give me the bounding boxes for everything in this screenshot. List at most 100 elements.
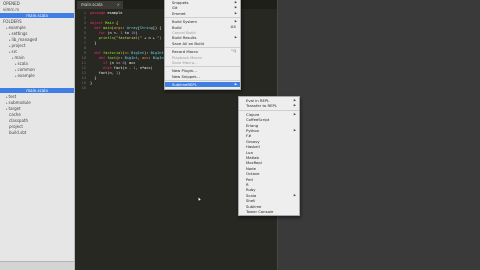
menu-item[interactable]: SublimeREPL ▶ (165, 82, 240, 88)
sidebar-selected-file[interactable]: main.scala (0, 88, 74, 93)
submenu-arrow-icon: ▶ (293, 128, 296, 132)
menu-item[interactable]: Build ⌘B (165, 25, 240, 30)
disclosure-triangle-icon[interactable]: ▸ (9, 50, 11, 54)
menu-item-label: Save All on Build (172, 40, 204, 46)
menu-item[interactable]: Octave (239, 171, 299, 176)
sidebar-item[interactable]: vimrc.rs (3, 7, 19, 12)
menu-item[interactable]: Build Results ▶ (165, 35, 240, 40)
sidebar-item[interactable]: ▸example (15, 73, 35, 78)
disclosure-triangle-icon[interactable]: ▸ (6, 107, 8, 111)
line-number: 12 (81, 66, 86, 70)
menu-item[interactable]: New Snippet… (165, 74, 240, 79)
sidebar-item[interactable]: project (9, 124, 23, 129)
menu-item[interactable]: Build System ▶ (165, 19, 240, 24)
code-line: fact(n, 1) (90, 71, 121, 75)
menu-item[interactable]: Haskell (239, 144, 299, 149)
sidebar-item[interactable]: classpath (9, 118, 28, 123)
disclosure-triangle-icon[interactable]: ▸ (15, 74, 17, 78)
sidebar-item[interactable]: ▸settings (9, 31, 27, 36)
submenu-arrow-icon: ▶ (234, 0, 237, 4)
menu-item[interactable]: Snippets ▶ (165, 0, 240, 5)
submenu-arrow-icon: ▶ (293, 192, 296, 197)
menu-item[interactable]: Matlab (239, 155, 299, 160)
sidebar-item[interactable]: build.sbt (9, 130, 26, 135)
menu-item[interactable]: Record Macro ^Q (165, 49, 240, 54)
code-line: else fact(n - 1, n*acc) (102, 66, 153, 70)
sidebar-item-label: cache (9, 112, 21, 117)
line-number: 11 (81, 61, 86, 65)
menu-item[interactable]: Perl (239, 177, 299, 182)
line-number: 8 (83, 46, 86, 50)
menu-item[interactable]: MozRepl (239, 160, 299, 165)
menu-item: Save Macro… (165, 60, 240, 65)
menu-item[interactable]: Tower Console (239, 209, 299, 214)
menu-item[interactable]: Scala ▶ (239, 193, 299, 198)
sidebar-item[interactable]: ▸src (9, 49, 17, 54)
disclosure-triangle-icon[interactable]: ▸ (15, 68, 17, 72)
sidebar-selected-file[interactable]: main.scala (0, 13, 74, 18)
sidebar-item[interactable]: ▸example (6, 25, 26, 30)
disclosure-triangle-icon[interactable]: ▸ (6, 26, 8, 30)
menu-item[interactable]: New Plugin… (165, 68, 240, 73)
menu-item[interactable]: Transfer to REPL ▶ (239, 103, 299, 108)
sidebar-item[interactable]: ▸project (9, 43, 25, 48)
menu-item[interactable]: F# (239, 133, 299, 138)
menu-item[interactable]: R (239, 182, 299, 187)
sidebar-item[interactable]: ▸common (15, 67, 35, 72)
menu-item-label: Sublime (246, 203, 262, 209)
menu-item-label: CoffeeScript (246, 117, 270, 123)
disclosure-triangle-icon[interactable]: ▸ (6, 101, 8, 105)
menu-item[interactable]: Ruby (239, 187, 299, 192)
sidebar-item-label: main (14, 55, 25, 60)
menu-item[interactable]: Eval in REPL ▶ (239, 98, 299, 103)
menu-item[interactable]: Clojure ▶ (239, 112, 299, 117)
tab-main-scala[interactable]: main.scala × (77, 1, 123, 9)
disclosure-triangle-icon[interactable]: ▸ (15, 62, 17, 66)
menu-item[interactable]: Erlang (239, 123, 299, 128)
menu-item-label: Shell (246, 198, 256, 204)
menu-item-label: Record Macro (172, 49, 198, 55)
sidebar-item[interactable]: ▸main (12, 55, 25, 60)
disclosure-triangle-icon[interactable]: ▸ (9, 44, 11, 48)
sidebar-item-label: OPENED (3, 1, 20, 6)
sidebar-item[interactable]: ▸lib_managed (9, 37, 37, 42)
line-number: 16 (81, 86, 86, 90)
menu-item[interactable]: Lua (239, 150, 299, 155)
sidebar-item-label: example (17, 73, 35, 78)
sidebar-item[interactable]: cache (9, 112, 21, 117)
sidebar-item[interactable]: ▸scala (15, 61, 28, 66)
menu-item[interactable]: Save All on Build (165, 41, 240, 46)
sidebar-item[interactable]: ▸target (6, 106, 21, 111)
tab-label: main.scala (81, 2, 103, 7)
disclosure-triangle-icon[interactable]: ▸ (9, 38, 11, 42)
menu-item[interactable]: Node (239, 166, 299, 171)
menu-item[interactable]: Python ▶ (239, 128, 299, 133)
menu-item-label: Octave (246, 171, 260, 177)
disclosure-triangle-icon[interactable]: ▸ (6, 95, 8, 99)
line-number: 15 (81, 81, 86, 85)
menu-item[interactable]: Groovy (239, 139, 299, 144)
menu-item-label: Erlang (246, 122, 259, 128)
submenu-arrow-icon: ▶ (293, 111, 296, 116)
sidebar-item-label: main.scala (26, 13, 48, 18)
sidebar-item-label: build.sbt (9, 130, 27, 135)
line-number: 3 (83, 21, 86, 25)
menu-item[interactable]: Git ▶ (165, 5, 240, 10)
disclosure-triangle-icon[interactable]: ▸ (12, 56, 14, 60)
submenu-arrow-icon: ▶ (234, 35, 237, 40)
sidebar-item-label: example (8, 25, 26, 30)
line-gutter: 1 2 3 4 5 6 7 8 9 10 11 12 13 14 15 16 (75, 9, 89, 270)
tab-close-icon[interactable]: × (117, 1, 120, 9)
menu-item[interactable]: Sublime (239, 204, 299, 209)
sidebar-item[interactable]: FOLDERS (3, 19, 22, 24)
sidebar-item[interactable]: ▸test (6, 94, 16, 99)
sidebar-item[interactable]: ▸submodule (6, 100, 31, 105)
line-number: 10 (81, 56, 86, 60)
sidebar-item[interactable]: OPENED (3, 1, 20, 6)
line-number: 1 (83, 11, 86, 15)
disclosure-triangle-icon[interactable]: ▸ (9, 32, 11, 36)
menu-item[interactable]: Shell (239, 198, 299, 203)
menu-item[interactable]: Emmet ▶ (165, 11, 240, 16)
menu-item[interactable]: CoffeeScript (239, 117, 299, 122)
code-line: } (90, 41, 97, 45)
